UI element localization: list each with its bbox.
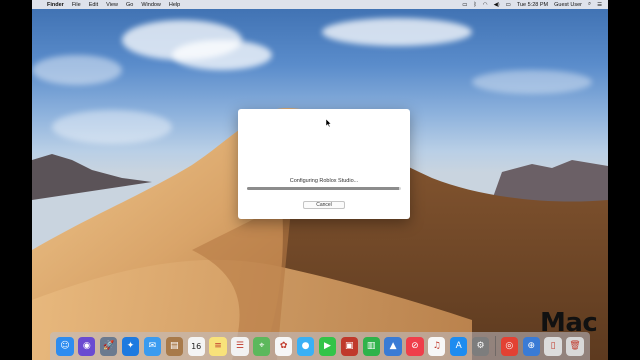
menu-finder[interactable]: Finder [47, 2, 64, 8]
dock-contacts-icon[interactable]: ▤ [165, 336, 183, 356]
dock: ☺ ◉ 🚀 ✦ ✉ ▤ 16 ≡ ☰ ⌖ ✿ ● ▶ ▣ ▥ ▲ ⊘ ♫ A ⚙ ◎ ⊕ ▯ 🗑 [50, 332, 590, 360]
dock-numbers-icon[interactable]: ▥ [362, 336, 380, 356]
menu-clock[interactable]: Tue 5:28 PM [517, 2, 548, 8]
watermark: Mac [540, 308, 598, 338]
menu-go[interactable]: Go [126, 2, 133, 8]
dock-calendar-icon[interactable]: 16 [187, 336, 205, 356]
mouse-pointer-icon [326, 119, 332, 127]
spotlight-icon[interactable]: ⌕ [588, 1, 591, 8]
dock-trash-icon[interactable]: 🗑 [566, 336, 584, 356]
menu-file[interactable]: File [72, 2, 81, 8]
installer-dialog: Configuring Roblox Studio... Cancel [238, 109, 410, 219]
dock-photo-booth-icon[interactable]: ▣ [340, 336, 358, 356]
dock-notes-icon[interactable]: ≡ [209, 336, 227, 356]
dock-safari-icon[interactable]: ✦ [121, 336, 140, 356]
menu-user[interactable]: Guest User [554, 2, 582, 8]
volume-icon[interactable]: ◀) [494, 2, 500, 8]
progress-bar-fill [247, 187, 400, 190]
dock-separator [494, 336, 496, 356]
dock-messages-icon[interactable]: ● [296, 336, 315, 356]
desktop: Finder File Edit View Go Window Help ▭ ᛒ… [32, 0, 608, 360]
dock-mail-icon[interactable]: ✉ [143, 336, 162, 356]
wifi-icon[interactable]: ◠ [483, 2, 488, 8]
menu-extras: ▭ ᛒ ◠ ◀) ▭ Tue 5:28 PM Guest User ⌕ ☰ [456, 1, 602, 8]
menu-window[interactable]: Window [141, 2, 161, 8]
dock-news-icon[interactable]: ⊘ [406, 336, 424, 356]
airplay-icon[interactable]: ▭ [462, 2, 467, 8]
bluetooth-icon[interactable]: ᛒ [473, 2, 476, 8]
cancel-button[interactable]: Cancel [303, 201, 345, 209]
notification-center-icon[interactable]: ☰ [597, 2, 602, 8]
dock-facetime-icon[interactable]: ▶ [318, 336, 337, 356]
dock-music-icon[interactable]: ♫ [428, 336, 446, 356]
dock-maps-icon[interactable]: ⌖ [253, 336, 271, 356]
menu-bar: Finder File Edit View Go Window Help ▭ ᛒ… [32, 0, 608, 9]
menu-view[interactable]: View [106, 2, 118, 8]
battery-icon[interactable]: ▭ [506, 2, 511, 8]
menu-edit[interactable]: Edit [89, 2, 98, 8]
dock-documents-icon[interactable]: ▯ [544, 336, 562, 356]
dock-app-store-icon[interactable]: A [450, 336, 468, 356]
progress-bar [247, 187, 401, 190]
dock-keynote-icon[interactable]: ▲ [384, 336, 402, 356]
dock-reminders-icon[interactable]: ☰ [231, 336, 249, 356]
dock-finder-icon[interactable]: ☺ [56, 336, 74, 356]
dock-chrome-icon[interactable]: ◎ [500, 336, 518, 356]
dock-siri-icon[interactable]: ◉ [78, 336, 96, 356]
dock-launchpad-icon[interactable]: 🚀 [100, 336, 118, 356]
install-status-text: Configuring Roblox Studio... [289, 178, 359, 184]
dock-downloads-icon[interactable]: ⊕ [522, 336, 540, 356]
menu-help[interactable]: Help [169, 2, 180, 8]
dock-system-preferences-icon[interactable]: ⚙ [471, 336, 490, 356]
dock-photos-icon[interactable]: ✿ [275, 336, 293, 356]
